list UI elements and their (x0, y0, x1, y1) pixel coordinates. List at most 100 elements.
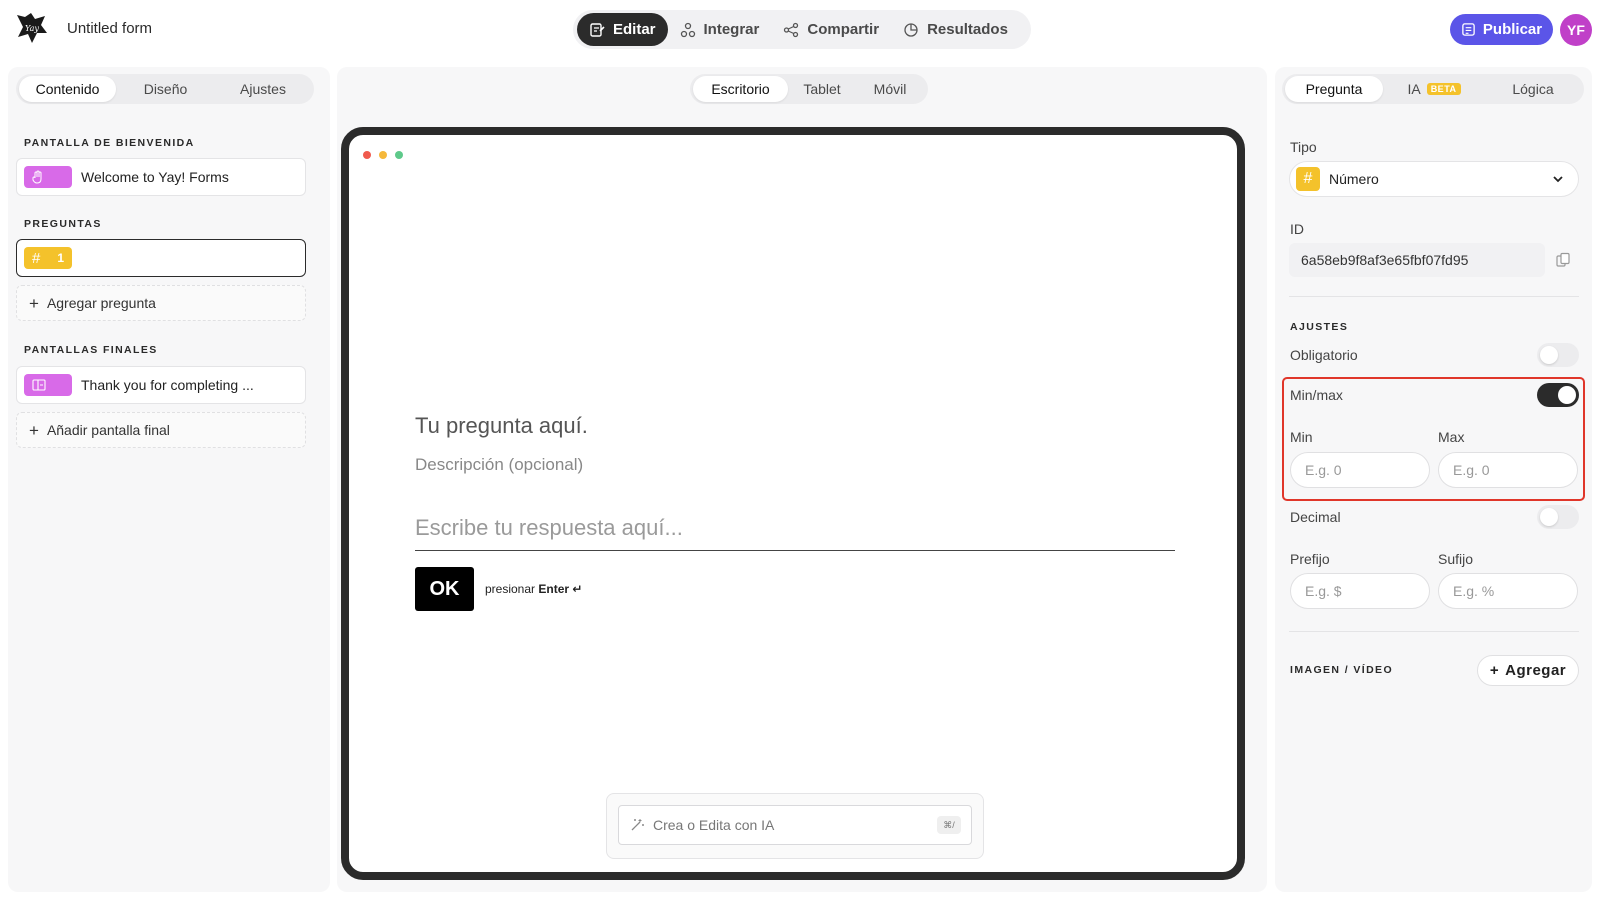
exit-screen-icon (24, 374, 72, 396)
main-tabs: Editar Integrar Compartir Resultados (573, 10, 1031, 49)
right-tabs: Pregunta IA BETA Lógica (1282, 74, 1584, 104)
media-section-label: IMAGEN / VÍDEO (1290, 664, 1394, 676)
settings-section-label: AJUSTES (1290, 321, 1349, 333)
press-enter-hint: presionar Enter ↵ (485, 582, 582, 596)
press-hint-text: presionar (485, 582, 536, 596)
share-icon (784, 22, 799, 37)
window-dots (363, 151, 403, 159)
publish-button[interactable]: Publicar (1450, 14, 1553, 45)
tab-diseno[interactable]: Diseño (116, 76, 215, 102)
tab-integrar-label: Integrar (703, 21, 760, 38)
tab-resultados-label: Resultados (927, 21, 1008, 38)
hash-icon: # (32, 249, 41, 267)
tab-movil[interactable]: Móvil (856, 76, 924, 102)
max-label: Max (1438, 429, 1465, 445)
tab-ajustes[interactable]: Ajustes (215, 76, 311, 102)
ai-prompt-container: Crea o Edita con IA ⌘/ (606, 793, 984, 859)
tab-ia[interactable]: IA BETA (1383, 76, 1485, 102)
minmax-label: Min/max (1290, 387, 1343, 403)
yay-logo[interactable]: Yay (15, 11, 49, 45)
device-tabs: Escritorio Tablet Móvil (690, 74, 928, 104)
tab-escritorio[interactable]: Escritorio (693, 76, 788, 102)
tab-pregunta[interactable]: Pregunta (1285, 76, 1383, 102)
required-toggle[interactable] (1537, 343, 1579, 367)
ok-button[interactable]: OK (415, 567, 474, 611)
min-label: Min (1290, 429, 1313, 445)
number-type-badge: # 1 (24, 247, 72, 269)
publish-icon (1462, 23, 1475, 36)
avatar[interactable]: YF (1560, 14, 1592, 46)
question-item-1[interactable]: # 1 (16, 239, 306, 277)
plus-icon: + (29, 420, 39, 440)
min-input[interactable]: E.g. 0 (1290, 452, 1430, 488)
integrate-icon (680, 22, 695, 37)
welcome-screen-item[interactable]: Welcome to Yay! Forms (16, 158, 306, 196)
top-bar: Yay Untitled form Editar Integrar Compar… (0, 0, 1600, 58)
tab-compartir-label: Compartir (807, 21, 880, 38)
add-ending-button[interactable]: + Añadir pantalla final (16, 412, 306, 448)
questions-section-label: PREGUNTAS (24, 218, 102, 230)
tab-editar[interactable]: Editar (577, 13, 668, 46)
form-title[interactable]: Untitled form (67, 20, 152, 37)
copy-icon[interactable] (1555, 252, 1571, 268)
tab-compartir[interactable]: Compartir (771, 13, 891, 46)
answer-input[interactable]: Escribe tu respuesta aquí... (415, 507, 1175, 551)
tab-logica[interactable]: Lógica (1485, 76, 1581, 102)
svg-text:Yay: Yay (25, 24, 39, 33)
add-media-label: Agregar (1505, 662, 1567, 679)
suffix-input[interactable]: E.g. % (1438, 573, 1578, 609)
magic-wand-icon (631, 819, 644, 831)
publish-label: Publicar (1482, 21, 1543, 38)
divider (1289, 296, 1579, 297)
suffix-label: Sufijo (1438, 551, 1474, 567)
ending-item-label: Thank you for completing ... (81, 377, 254, 393)
tab-ia-label: IA (1407, 81, 1421, 97)
maximize-dot (395, 151, 403, 159)
add-media-button[interactable]: + Agregar (1477, 655, 1579, 686)
ending-screen-item[interactable]: Thank you for completing ... (16, 366, 306, 404)
type-label: Tipo (1290, 139, 1317, 155)
required-label: Obligatorio (1290, 347, 1358, 363)
question-number: 1 (57, 251, 64, 265)
add-question-label: Agregar pregunta (46, 295, 156, 311)
close-dot (363, 151, 371, 159)
tab-contenido[interactable]: Contenido (19, 76, 116, 102)
desktop-preview: Tu pregunta aquí. Descripción (opcional)… (341, 127, 1245, 880)
chevron-down-icon (1553, 176, 1563, 183)
results-icon (904, 22, 918, 37)
tab-resultados[interactable]: Resultados (891, 13, 1020, 46)
type-select[interactable]: # Número (1289, 161, 1579, 197)
plus-icon: + (1489, 662, 1500, 679)
welcome-section-label: PANTALLA DE BIENVENIDA (24, 137, 195, 149)
question-title[interactable]: Tu pregunta aquí. (415, 413, 588, 439)
prefix-label: Prefijo (1290, 551, 1330, 567)
endings-section-label: PANTALLAS FINALES (24, 344, 158, 356)
decimal-toggle[interactable] (1537, 505, 1579, 529)
prefix-input[interactable]: E.g. $ (1290, 573, 1430, 609)
welcome-item-label: Welcome to Yay! Forms (81, 169, 229, 185)
enter-key-label: Enter ↵ (538, 582, 583, 596)
question-description[interactable]: Descripción (opcional) (415, 455, 583, 475)
edit-icon (590, 22, 605, 37)
ai-prompt-input[interactable]: Crea o Edita con IA ⌘/ (618, 805, 972, 845)
id-label: ID (1290, 221, 1304, 237)
type-value: Número (1329, 171, 1379, 187)
question-id-field[interactable]: 6a58eb9f8af3e65fbf07fd95 (1289, 243, 1545, 277)
left-tabs: Contenido Diseño Ajustes (16, 74, 314, 104)
ai-prompt-placeholder: Crea o Edita con IA (653, 817, 775, 833)
tab-tablet[interactable]: Tablet (788, 76, 856, 102)
divider (1289, 631, 1579, 632)
plus-icon: + (29, 293, 39, 313)
add-ending-label: Añadir pantalla final (46, 422, 170, 438)
shortcut-badge: ⌘/ (937, 816, 961, 834)
minimize-dot (379, 151, 387, 159)
beta-badge: BETA (1426, 83, 1461, 95)
hand-icon (24, 166, 72, 188)
minmax-toggle[interactable] (1537, 383, 1579, 407)
tab-integrar[interactable]: Integrar (668, 13, 772, 46)
tab-editar-label: Editar (613, 21, 656, 38)
add-question-button[interactable]: + Agregar pregunta (16, 285, 306, 321)
max-input[interactable]: E.g. 0 (1438, 452, 1578, 488)
decimal-label: Decimal (1290, 509, 1341, 525)
hash-icon: # (1296, 167, 1320, 191)
